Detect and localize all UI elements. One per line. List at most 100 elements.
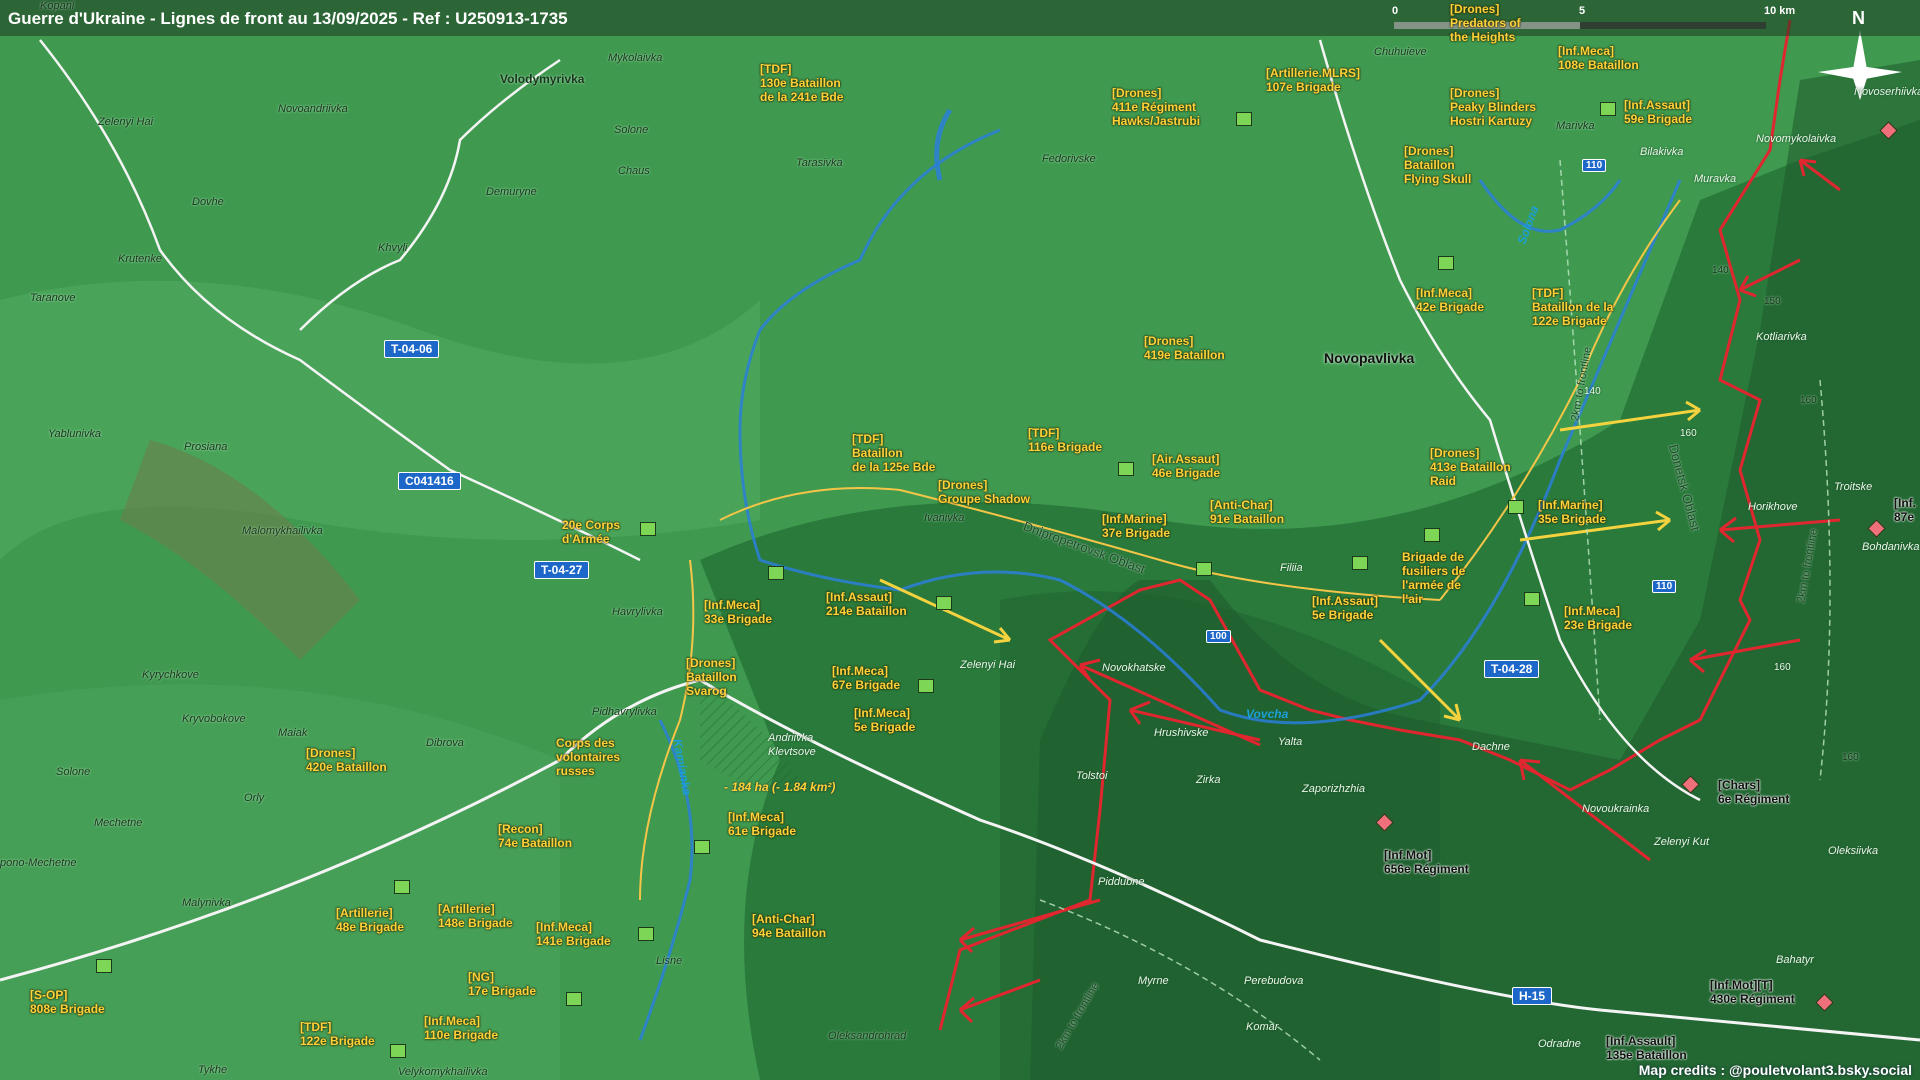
place-solone: Solone (614, 124, 649, 136)
map-title: Guerre d'Ukraine - Lignes de front au 13… (8, 9, 568, 28)
unit-rvc[interactable]: Corps des volontaires russes (556, 736, 620, 778)
place-komar: Komar (1246, 1021, 1279, 1033)
place-chuhuieve: Chuhuieve (1374, 46, 1427, 58)
unit-infmarine-35[interactable]: [Inf.Marine] 35e Brigade (1538, 498, 1606, 526)
place-troitske: Troitske (1834, 481, 1873, 493)
map-credits: Map credits : @pouletvolant3.bsky.social (1638, 1062, 1912, 1078)
place-krutenke: Krutenke (118, 253, 163, 265)
place-lisne: Lisne (656, 955, 683, 967)
unit-drones-411[interactable]: [Drones] 411e Régiment Hawks/Jastrubi (1112, 86, 1200, 128)
unit-infmeca-5[interactable]: [Inf.Meca] 5e Brigade (854, 706, 915, 734)
place-zirka: Zirka (1196, 774, 1221, 786)
road-shield-110-2: 110 (1652, 580, 1677, 593)
unit-drones-flyingskull[interactable]: [Drones] Bataillon Flying Skull (1404, 144, 1471, 186)
place-odradne: Odradne (1538, 1038, 1581, 1050)
contour-label: 140 (1712, 265, 1729, 276)
place-kotliarivka: Kotliarivka (1756, 331, 1807, 343)
place-perebudova: Perebudova (1244, 975, 1304, 987)
place-bilakivka: Bilakivka (1640, 146, 1684, 158)
unit-symbol (1508, 500, 1524, 514)
unit-mlrs-107[interactable]: [Artillerie.MLRS] 107e Brigade (1266, 66, 1360, 94)
place-muravka: Muravka (1694, 173, 1737, 185)
unit-infassaut-5[interactable]: [Inf.Assaut] 5e Brigade (1312, 594, 1378, 622)
unit-symbol (1424, 528, 1440, 542)
unit-symbol (936, 596, 952, 610)
place-mechetne: Mechetne (94, 817, 143, 829)
place-zelenyi-kut: Zelenyi Kut (1654, 836, 1710, 848)
unit-symbol (1196, 562, 1212, 576)
scale-label-0: 0 (1392, 5, 1399, 17)
road-shield-110: 110 (1582, 159, 1607, 172)
unit-infmeca-61[interactable]: [Inf.Meca] 61e Brigade (728, 810, 796, 838)
place-mykolaivka: Mykolaivka (608, 52, 663, 64)
place-zelenyi-hai: Zelenyi Hai (98, 116, 154, 128)
unit-symbol (394, 880, 410, 894)
unit-symbol (1236, 112, 1252, 126)
contour-label: 150 (1764, 296, 1781, 307)
place-yalta: Yalta (1278, 736, 1303, 748)
place-ivanivka: Ivanivka (924, 512, 965, 524)
unit-tdf-130[interactable]: [TDF] 130e Bataillon de la 241e Bde (760, 62, 843, 104)
unit-drones-419[interactable]: [Drones] 419e Bataillon (1144, 334, 1225, 362)
unit-drones-svarog[interactable]: [Drones] Bataillon Svarog (686, 656, 737, 698)
unit-ru-inf-87[interactable]: [Inf. 87e (1894, 496, 1916, 524)
place-myrne: Myrne (1138, 975, 1169, 987)
unit-drones-420[interactable]: [Drones] 420e Bataillon (306, 746, 387, 774)
unit-sop-808[interactable]: [S-OP] 808e Brigade (30, 988, 105, 1016)
place-pono-mechetne: pono-Mechetne (0, 857, 77, 869)
north-label: N (1852, 8, 1865, 28)
place-novoserhiivka: Novoserhiivka (1854, 86, 1920, 98)
unit-drones-shadow[interactable]: [Drones] Groupe Shadow (938, 478, 1030, 506)
unit-tdf-116[interactable]: [TDF] 116e Brigade (1028, 426, 1102, 454)
unit-ru-chars-6[interactable]: [Chars] 6e Régiment (1718, 778, 1789, 806)
unit-drones-predators[interactable]: [Drones] Predators of the Heights (1450, 2, 1521, 44)
unit-infassaut-59[interactable]: [Inf.Assaut] 59e Brigade (1624, 98, 1692, 126)
unit-symbol (768, 566, 784, 580)
unit-symbol (1352, 556, 1368, 570)
place-tarasivka: Tarasivka (796, 157, 843, 169)
unit-infmeca-141[interactable]: [Inf.Meca] 141e Brigade (536, 920, 611, 948)
place-kyrychkove: Kyrychkove (142, 669, 199, 681)
unit-antichar-91[interactable]: [Anti-Char] 91e Bataillon (1210, 498, 1284, 526)
unit-infmeca-33[interactable]: [Inf.Meca] 33e Brigade (704, 598, 772, 626)
scale-label-5: 5 (1579, 5, 1586, 17)
unit-ru-infmot-430[interactable]: [Inf.Mot][T] 430e Régiment (1710, 978, 1795, 1006)
unit-artillerie-48[interactable]: [Artillerie] 48e Brigade (336, 906, 404, 934)
unit-infmarine-37[interactable]: [Inf.Marine] 37e Brigade (1102, 512, 1170, 540)
unit-airforce-rifles[interactable]: Brigade de fusiliers de l'armée de l'air (1402, 550, 1465, 606)
road-shield-c041416: C041416 (398, 472, 461, 490)
unit-infmeca-67[interactable]: [Inf.Meca] 67e Brigade (832, 664, 900, 692)
place-pidhavrylivka: Pidhavrylivka (592, 706, 657, 718)
unit-tdf-122[interactable]: [TDF] 122e Brigade (300, 1020, 375, 1048)
unit-tdf-122-bat[interactable]: [TDF] Bataillon de la 122e Brigade (1532, 286, 1613, 328)
unit-corps-20[interactable]: 20e Corps d'Armée (562, 518, 620, 546)
place-velykomykhailivka: Velykomykhailivka (398, 1066, 488, 1078)
place-dibrova: Dibrova (426, 737, 464, 749)
unit-recon-74[interactable]: [Recon] 74e Bataillon (498, 822, 572, 850)
unit-ru-infassault-135[interactable]: [Inf.Assault] 135e Bataillon (1606, 1034, 1687, 1062)
unit-infmeca-108[interactable]: [Inf.Meca] 108e Bataillon (1558, 44, 1639, 72)
place-novoandriivka: Novoandriivka (278, 103, 348, 115)
unit-infassaut-214[interactable]: [Inf.Assaut] 214e Bataillon (826, 590, 907, 618)
place-oleksandrohrad: Oleksandrohrad (828, 1030, 907, 1042)
unit-airassaut-46[interactable]: [Air.Assaut] 46e Brigade (1152, 452, 1220, 480)
unit-drones-peaky[interactable]: [Drones] Peaky Blinders Hostri Kartuzy (1450, 86, 1536, 128)
unit-infmeca-42[interactable]: [Inf.Meca] 42e Brigade (1416, 286, 1484, 314)
place-kopani: Kopani (40, 0, 75, 12)
map-canvas[interactable] (0, 0, 1920, 1080)
unit-ng-17[interactable]: [NG] 17e Brigade (468, 970, 536, 998)
unit-antichar-94[interactable]: [Anti-Char] 94e Bataillon (752, 912, 826, 940)
place-oleksiivka: Oleksiivka (1828, 845, 1879, 857)
place-dovhe: Dovhe (192, 196, 224, 208)
place-andriivka: Andriivka (768, 732, 814, 744)
place-piddubne: Piddubne (1098, 876, 1145, 888)
place-zaporizhzhia: Zaporizhzhia (1302, 783, 1365, 795)
unit-infmeca-23[interactable]: [Inf.Meca] 23e Brigade (1564, 604, 1632, 632)
unit-ru-infmot-656[interactable]: [Inf.Mot] 656e Régiment (1384, 848, 1469, 876)
unit-tdf-125[interactable]: [TDF] Bataillon de la 125e Bde (852, 432, 935, 474)
road-shield-t0406: T-04-06 (384, 340, 440, 358)
unit-artillerie-148[interactable]: [Artillerie] 148e Brigade (438, 902, 513, 930)
unit-infmeca-110[interactable]: [Inf.Meca] 110e Brigade (424, 1014, 498, 1042)
contour-label: 160 (1800, 395, 1817, 406)
unit-drones-413[interactable]: [Drones] 413e Bataillon Raid (1430, 446, 1511, 488)
